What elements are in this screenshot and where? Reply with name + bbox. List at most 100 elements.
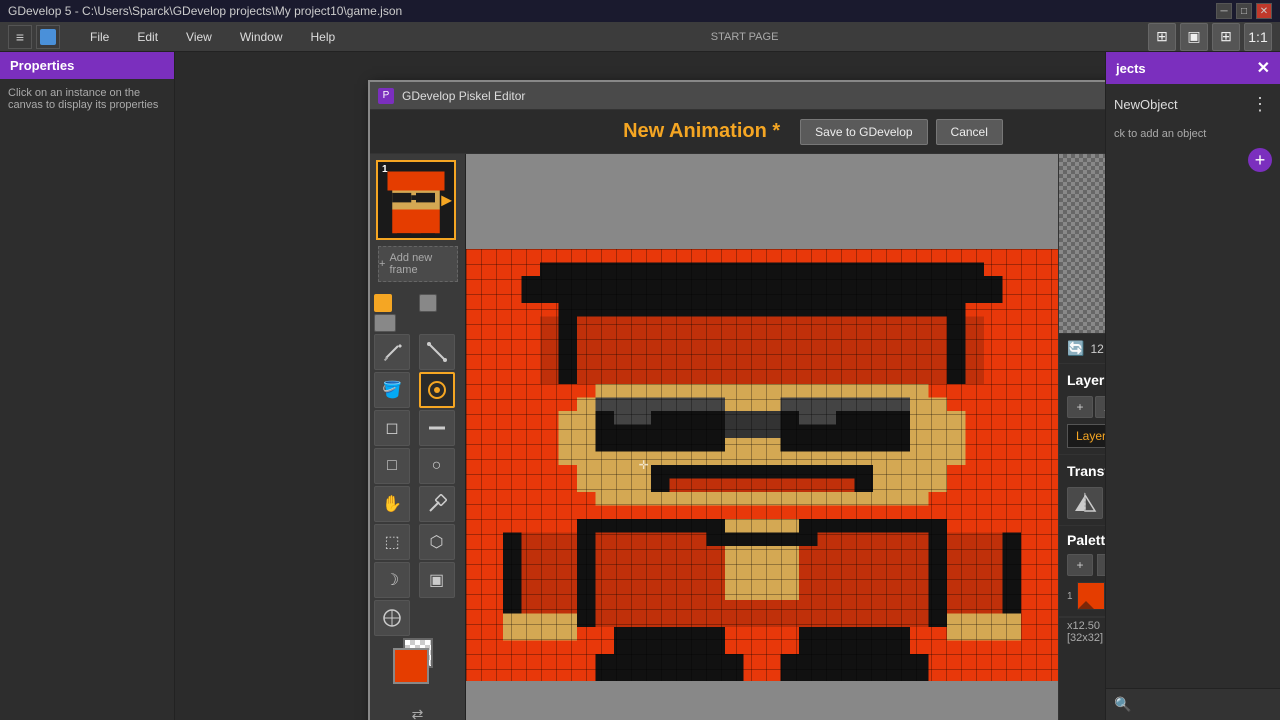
menu-file[interactable]: File	[84, 26, 115, 48]
frame-1[interactable]: 1 ▶	[376, 160, 456, 240]
app-menubar: ≡ File Edit View Window Help START PAGE …	[0, 22, 1280, 52]
drawing-canvas[interactable]: ✛	[466, 249, 1058, 681]
lighten-tool-btn[interactable]: ☽	[374, 562, 410, 598]
stroke-tool-btn[interactable]	[419, 410, 455, 446]
primary-color-swatch[interactable]	[393, 648, 429, 684]
objects-close-btn[interactable]: ✕	[1257, 58, 1270, 78]
line-tool-btn[interactable]	[419, 334, 455, 370]
color-pick-icon	[382, 608, 402, 628]
palette-select[interactable]: Current colors	[1097, 554, 1105, 576]
add-frame-button[interactable]: + Add new frame	[378, 246, 458, 282]
menu-edit[interactable]: Edit	[131, 26, 164, 48]
properties-header: Properties	[0, 52, 174, 79]
frame-1-number: 1	[382, 164, 388, 175]
properties-panel: Properties Click on an instance on the c…	[0, 52, 175, 720]
size-display: [32x32] 14:4	[1067, 632, 1105, 644]
toolbar-icon-4[interactable]: 1:1	[1244, 23, 1272, 51]
bucket-tool-btn[interactable]: 🪣	[374, 372, 410, 408]
palette-colors: 1 2 3	[1067, 582, 1105, 610]
pencil-tool-btn[interactable]	[374, 334, 410, 370]
object-options-btn[interactable]: ⋮	[1248, 92, 1272, 116]
lasso-select-tool-btn[interactable]: ⬡	[419, 524, 455, 560]
palette-color-1-num: 1	[1067, 591, 1073, 602]
swap-colors-btn[interactable]: ⇄	[412, 706, 424, 720]
move-layer-up-btn[interactable]: ▲	[1095, 396, 1105, 418]
add-object-hint: ck to add an object	[1106, 124, 1280, 144]
layer-1-name: Layer 1	[1076, 429, 1105, 443]
menu-window[interactable]: Window	[234, 26, 289, 48]
toolbar-icon-3[interactable]: ⊞	[1212, 23, 1240, 51]
piskel-dialog-title: GDevelop Piskel Editor	[402, 89, 525, 103]
new-object-label: NewObject	[1114, 97, 1178, 112]
color-pick-tool-btn[interactable]	[374, 600, 410, 636]
toolbar-icon-2[interactable]: ▣	[1180, 23, 1208, 51]
transform-header: Transform +	[1067, 461, 1105, 481]
objects-header: jects ✕	[1106, 52, 1280, 84]
fps-label: 12 FPS	[1090, 342, 1105, 356]
center-area: P GDevelop Piskel Editor ─ □ ✕ New Anima…	[175, 52, 1105, 720]
ellipse-tool-btn[interactable]: ○	[419, 448, 455, 484]
objects-list-area	[1106, 176, 1280, 688]
piskel-editor-header: New Animation * Save to GDevelop Cancel	[370, 110, 1105, 154]
add-palette-btn[interactable]: +	[1067, 554, 1093, 576]
eraser-tool-btn[interactable]: ◻	[374, 410, 410, 446]
size-3px-btn[interactable]	[374, 314, 396, 332]
pan-tool-btn[interactable]: ✋	[374, 486, 410, 522]
status-bar: x12.50 [32x32] 14:4	[1059, 617, 1105, 646]
objects-title: jects	[1116, 61, 1146, 76]
lasso-tool-btn[interactable]	[419, 372, 455, 408]
fps-icon: 🔄	[1067, 340, 1084, 357]
add-object-btn[interactable]: +	[1248, 148, 1272, 172]
preview-area	[1059, 154, 1105, 334]
os-title: GDevelop 5 - C:\Users\Sparck\GDevelop pr…	[8, 4, 1216, 18]
menu-help[interactable]: Help	[305, 26, 342, 48]
marquee-tool-btn[interactable]: ⬚	[374, 524, 410, 560]
cancel-button[interactable]: Cancel	[936, 119, 1003, 145]
eyedropper-tool-btn[interactable]	[419, 486, 455, 522]
pencil-icon	[382, 342, 402, 362]
size-1px-btn[interactable]	[374, 294, 392, 312]
os-minimize-btn[interactable]: ─	[1216, 3, 1232, 19]
app-toolbar-icons: ⊞ ▣ ⊞ 1:1	[1148, 23, 1272, 51]
palette-toolbar: + Current colors ✏	[1067, 554, 1105, 576]
save-to-gdevelop-button[interactable]: Save to GDevelop	[800, 119, 927, 145]
rect-tool-btn[interactable]: □	[374, 448, 410, 484]
menu-view[interactable]: View	[180, 26, 218, 48]
add-layer-btn[interactable]: +	[1067, 396, 1093, 418]
canvas-container: ✛	[466, 154, 1058, 720]
transform-toolbar	[1067, 487, 1105, 519]
canvas-bottom-gray	[466, 681, 1058, 720]
app-icon	[36, 25, 60, 49]
os-controls: ─ □ ✕	[1216, 3, 1272, 19]
os-maximize-btn[interactable]: □	[1236, 3, 1252, 19]
palettes-title: Palettes	[1067, 532, 1105, 548]
palettes-section: Palettes + Current colors ✏ 1	[1059, 526, 1105, 617]
stroke-icon	[427, 418, 447, 438]
lasso-icon	[427, 380, 447, 400]
flip-horizontal-btn[interactable]	[1067, 487, 1103, 519]
transform-title: Transform	[1067, 463, 1105, 479]
frame-strip: 1 ▶	[370, 154, 465, 290]
properties-content: Click on an instance on the canvas to di…	[0, 79, 174, 720]
palette-swatch-1[interactable]	[1077, 582, 1105, 610]
add-object-btn-container: +	[1106, 144, 1280, 176]
search-icon: 🔍	[1114, 696, 1131, 713]
piskel-titlebar: P GDevelop Piskel Editor ─ □ ✕	[370, 82, 1105, 110]
toolbar-icon-1[interactable]: ⊞	[1148, 23, 1176, 51]
animation-title: New Animation *	[623, 120, 780, 143]
piskel-body: 1 ▶	[370, 154, 1105, 720]
tool-grid: 🪣 ◻ □ ○	[370, 290, 465, 640]
os-close-btn[interactable]: ✕	[1256, 3, 1272, 19]
color-section: ⇄	[370, 640, 465, 720]
left-tools-panel: 1 ▶	[370, 154, 466, 720]
dither-tool-btn[interactable]: ▣	[419, 562, 455, 598]
piskel-dialog-icon: P	[378, 88, 394, 104]
header-buttons: Save to GDevelop Cancel	[800, 119, 1003, 145]
main-layout: Properties Click on an instance on the c…	[0, 52, 1280, 720]
app-logo: ≡	[8, 25, 32, 49]
sprite-canvas-svg[interactable]	[466, 249, 1058, 681]
layer-1-item[interactable]: Layer 1 1α	[1067, 424, 1105, 448]
line-icon	[427, 342, 447, 362]
size-2px-btn[interactable]	[419, 294, 437, 312]
properties-title: Properties	[10, 58, 74, 73]
